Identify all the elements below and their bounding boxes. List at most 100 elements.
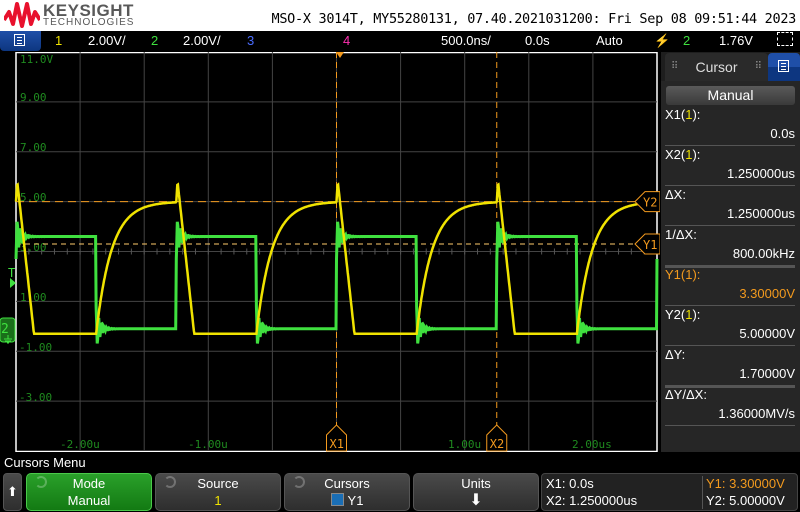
- ch1-number[interactable]: 1: [55, 33, 62, 48]
- trigger-mode[interactable]: Auto: [596, 33, 623, 48]
- y-label: 11.0V: [20, 53, 53, 66]
- x-label: 1.00u: [448, 438, 481, 451]
- cursors-softkey-value: Y1: [347, 493, 364, 508]
- cursor-row-label: 1/ΔX:: [665, 227, 697, 242]
- readout-x1: X1: 0.0s: [546, 476, 594, 491]
- cursor-row-label-text: Y2(: [665, 307, 686, 322]
- main-menu-button[interactable]: [0, 31, 41, 51]
- cursor-readout: X1: 0.0s X2: 1.250000us Y1: 3.30000V Y2:…: [541, 473, 798, 511]
- ch3-number[interactable]: 3: [247, 33, 254, 48]
- cursor-row-divider: [665, 225, 795, 226]
- cursor-row-divider: [665, 345, 795, 346]
- y-label: 1.00: [20, 291, 47, 304]
- down-arrow-icon: ⬇: [469, 492, 483, 509]
- cursor-row-label: ΔX:: [665, 187, 686, 202]
- cursor-row-label: ΔY/ΔX:: [665, 387, 707, 402]
- keysight-logo-icon: [4, 2, 40, 28]
- x-label: -2.00u: [60, 438, 100, 451]
- y-label: -3.00: [19, 391, 52, 404]
- cursors-softkey-label: Cursors: [324, 476, 370, 491]
- cursor-row-label: X1(1):: [665, 107, 700, 122]
- trigger-level-marker[interactable]: T: [8, 266, 15, 280]
- readout-y2: Y2: 5.00000V: [706, 493, 785, 508]
- cursor-row-label: Y2(1):: [665, 307, 700, 322]
- ch2-scale[interactable]: 2.00V/: [183, 33, 221, 48]
- cursor-row-value: 1.250000us: [727, 206, 795, 221]
- menu-icon: [778, 60, 789, 72]
- source-softkey-label: Source: [197, 476, 239, 491]
- timebase-scale[interactable]: 500.0ns/: [441, 33, 491, 48]
- cursor-row-suffix: ):: [692, 307, 701, 322]
- cursor-row-label: ΔY:: [665, 347, 685, 362]
- mode-softkey-value: Manual: [67, 493, 111, 508]
- cursor-row-label-text: ΔY/ΔX:: [665, 387, 707, 402]
- drag-handle-icon[interactable]: ⠿: [755, 53, 762, 81]
- cursor-row-suffix: ):: [692, 267, 701, 282]
- instrument-info: MSO-X 3014T, MY55280131, 07.40.202103120…: [271, 11, 797, 27]
- ch2-ground-label: 2: [1, 322, 9, 337]
- cursor-row-value: 5.00000V: [739, 326, 795, 341]
- ch2-number[interactable]: 2: [151, 33, 158, 48]
- y-label: -1.00: [19, 341, 52, 354]
- y-cursor-tag-label[interactable]: Y2: [643, 196, 657, 210]
- x-cursor-tag-label[interactable]: X1: [330, 437, 344, 451]
- cursor-row-label: Y1(1):: [665, 267, 700, 282]
- cursor-panel-tab[interactable]: ⠿ Cursor ⠿: [665, 53, 768, 81]
- mode-softkey-label: Mode: [72, 476, 106, 491]
- readout-divider: [702, 476, 703, 509]
- cursor-row-label-text: ΔX:: [665, 187, 686, 202]
- cursor-row-divider: [665, 185, 795, 186]
- menu-up-button[interactable]: ⬆: [3, 473, 22, 511]
- y-label: 9.00: [20, 91, 47, 104]
- trigger-source[interactable]: 2: [683, 33, 690, 48]
- ch2-waveform: [14, 221, 659, 344]
- cursor-row-divider: [665, 145, 795, 146]
- menu-title: Cursors Menu: [4, 455, 86, 470]
- cursor-row-value: 1.36000MV/s: [718, 406, 795, 421]
- zoom-box-icon[interactable]: [777, 32, 793, 46]
- y-axis-labels: 11.0V 9.00 7.00 5.00 3.00 1.00 -1.00 -3.…: [19, 53, 53, 404]
- drag-handle-icon[interactable]: ⠿: [671, 53, 678, 81]
- ch1-scale[interactable]: 2.00V/: [88, 33, 126, 48]
- y-label: 7.00: [20, 141, 47, 154]
- trigger-position-marker[interactable]: [336, 52, 344, 58]
- cursor-row-value: 1.250000us: [727, 166, 795, 181]
- cursor-tags: X1 X2 Y2 Y1: [326, 191, 660, 452]
- header-bar: KEYSIGHT TECHNOLOGIES MSO-X 3014T, MY552…: [0, 0, 800, 31]
- cursor-row-label-text: ΔY:: [665, 347, 686, 362]
- cursor-row-value: 1.70000V: [739, 366, 795, 381]
- rising-edge-trigger-icon: ⚡: [654, 33, 671, 48]
- y-cursor-tag-label[interactable]: Y1: [643, 238, 657, 252]
- x-cursor-tag-label[interactable]: X2: [490, 437, 504, 451]
- cursor-row-divider: [665, 305, 795, 306]
- x-label: -1.00u: [188, 438, 228, 451]
- cursors-softkey-value-wrap: Y1: [285, 493, 409, 508]
- cursor-row-label-text: X2(: [665, 147, 686, 162]
- cursor-mode-button[interactable]: Manual: [666, 86, 795, 105]
- units-softkey[interactable]: Units ⬇: [413, 473, 539, 511]
- waveform-display[interactable]: 11.0V 9.00 7.00 5.00 3.00 1.00 -1.00 -3.…: [0, 52, 660, 452]
- cursor-panel-title: Cursor: [695, 59, 738, 75]
- mode-softkey[interactable]: Mode Manual: [26, 473, 152, 511]
- x-label: 2.00us: [572, 438, 612, 451]
- trigger-level[interactable]: 1.76V: [719, 33, 753, 48]
- menu-icon: [14, 34, 25, 46]
- source-softkey[interactable]: Source 1: [155, 473, 281, 511]
- status-bar: 1 2.00V/ 2 2.00V/ 3 4 500.0ns/ 0.0s Auto…: [0, 31, 800, 52]
- cursor-lines: [16, 52, 635, 433]
- brand-subtitle: TECHNOLOGIES: [43, 17, 135, 28]
- cursor-row-suffix: ):: [692, 147, 701, 162]
- cursors-softkey[interactable]: Cursors Y1: [284, 473, 410, 511]
- time-delay[interactable]: 0.0s: [525, 33, 550, 48]
- panel-menu-button[interactable]: [768, 53, 800, 81]
- cursor-row-label-text: Y1(: [665, 267, 686, 282]
- cursor-row-label: X2(1):: [665, 147, 700, 162]
- readout-y1: Y1: 3.30000V: [706, 476, 785, 491]
- ch4-number[interactable]: 4: [343, 33, 350, 48]
- cursor-row-label-text: 1/ΔX:: [665, 227, 697, 242]
- cursor-row-value: 3.30000V: [739, 286, 795, 301]
- source-softkey-value: 1: [214, 493, 222, 508]
- cursor-row-suffix: ):: [692, 107, 701, 122]
- readout-x2: X2: 1.250000us: [546, 493, 638, 508]
- cursor-row-value: 800.00kHz: [732, 246, 795, 261]
